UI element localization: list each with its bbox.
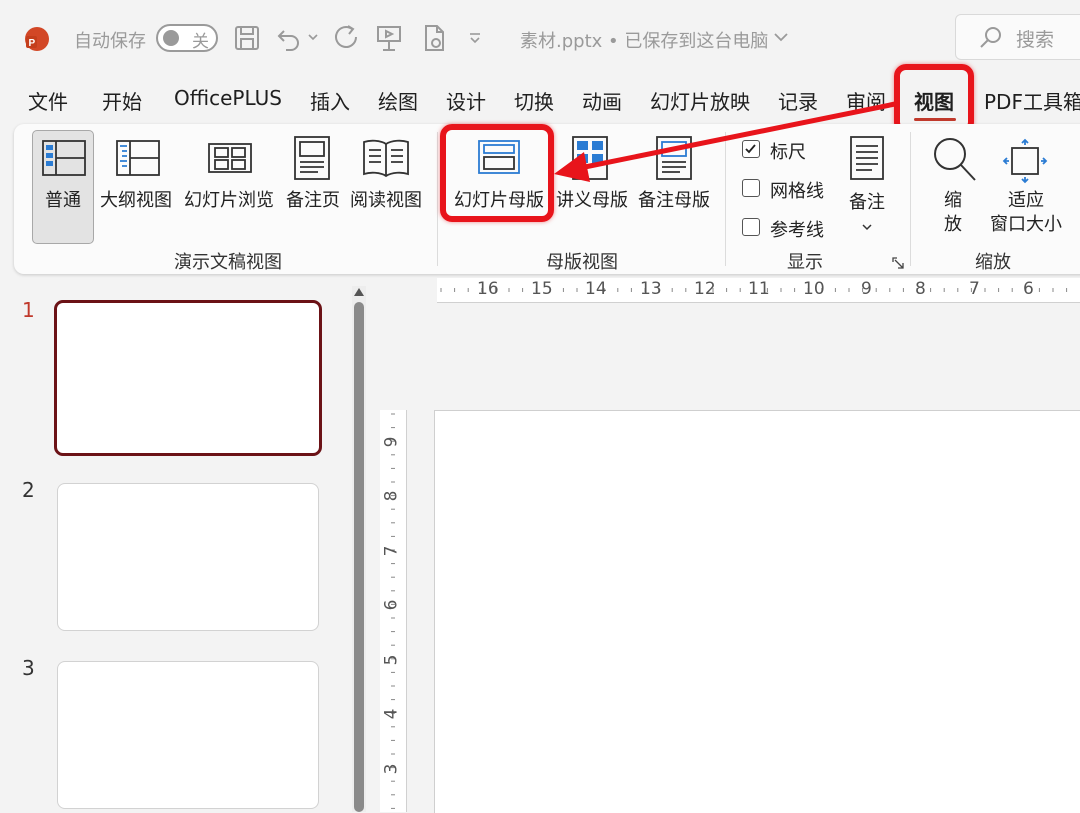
- normal-view-label: 普通: [45, 190, 81, 211]
- redo-icon[interactable]: [332, 24, 360, 52]
- horizontal-ruler: 16 15 14 13 12 11 10 9 8 7 6: [437, 278, 1080, 303]
- notes-dropdown-icon: [862, 216, 872, 235]
- notes-page-button[interactable]: 备注页: [284, 130, 342, 244]
- zoom-label-line2: 放: [944, 214, 962, 235]
- ruler-label: 7: [381, 545, 402, 557]
- tab-design[interactable]: 设计: [446, 86, 486, 115]
- slide-master-highlight: [440, 124, 554, 222]
- tab-pdf-toolbox[interactable]: PDF工具箱: [984, 86, 1080, 115]
- undo-icon[interactable]: [276, 25, 304, 51]
- ruler-label: 4: [381, 708, 402, 720]
- guides-checkbox-box: [742, 218, 760, 236]
- tab-draw[interactable]: 绘图: [378, 86, 418, 115]
- toggle-knob: [163, 30, 179, 46]
- scroll-up-arrow-icon[interactable]: [353, 282, 365, 301]
- notes-button[interactable]: 备注: [842, 132, 894, 232]
- slide-sorter-label: 幻灯片浏览: [184, 190, 274, 211]
- slide-thumbnail-2[interactable]: [57, 483, 319, 631]
- autosave-label: 自动保存: [74, 31, 146, 52]
- ruler-label: 16: [477, 279, 499, 299]
- tab-home[interactable]: 开始: [102, 86, 142, 115]
- ruler-label: 14: [585, 279, 607, 299]
- master-views-group-label: 母版视图: [546, 252, 618, 273]
- fit-to-window-icon: [1002, 138, 1048, 188]
- outline-view-label: 大纲视图: [100, 190, 172, 211]
- ruler-label: 9: [861, 279, 872, 299]
- gridlines-checkbox-label: 网格线: [770, 181, 824, 202]
- save-icon[interactable]: [234, 25, 260, 51]
- slide-number: 2: [22, 478, 35, 502]
- undo-dropdown-icon[interactable]: [308, 33, 318, 41]
- slide-thumbnail-pane: 1 2 3: [0, 276, 370, 812]
- slide-number: 3: [22, 656, 35, 680]
- autosave-toggle-state: 关: [192, 32, 209, 52]
- show-dialog-launcher-icon[interactable]: [892, 254, 904, 273]
- ribbon-separator: [437, 132, 438, 266]
- ruler-label: 8: [381, 490, 402, 502]
- ruler-label: 15: [531, 279, 553, 299]
- notes-icon: [850, 136, 884, 184]
- zoom-label-line1: 缩: [944, 190, 962, 211]
- vertical-ruler: 9 8 7 6 5 4 3: [380, 410, 407, 812]
- document-title[interactable]: 素材.pptx • 已保存到这台电脑: [520, 27, 768, 53]
- presentation-views-group-label: 演示文稿视图: [174, 252, 282, 273]
- title-dropdown-icon[interactable]: [774, 32, 788, 42]
- fit-to-window-button[interactable]: 适应 窗口大小: [988, 132, 1068, 236]
- outline-view-button[interactable]: 大纲视图: [100, 130, 176, 244]
- svg-text:P: P: [29, 38, 36, 49]
- reading-view-button[interactable]: 阅读视图: [350, 130, 426, 244]
- search-box[interactable]: 搜索: [955, 14, 1080, 60]
- reading-view-icon: [362, 138, 410, 182]
- slide-thumbnail-3[interactable]: [57, 661, 319, 809]
- notes-label: 备注: [849, 192, 885, 213]
- fit-to-window-label-line2: 窗口大小: [990, 214, 1062, 235]
- ribbon-separator: [910, 132, 911, 266]
- vertical-ruler-ticks: [391, 413, 395, 809]
- search-icon: [978, 25, 1004, 55]
- notes-page-icon: [294, 136, 330, 184]
- ruler-label: 10: [803, 279, 825, 299]
- ruler-label: 7: [969, 279, 980, 299]
- ruler-checkbox-label: 标尺: [770, 142, 806, 163]
- notes-page-label: 备注页: [286, 190, 340, 211]
- zoom-group-label: 缩放: [975, 252, 1011, 273]
- slide-sorter-icon: [208, 140, 252, 180]
- ruler-label: 5: [381, 654, 402, 666]
- tab-officeplus[interactable]: OfficePLUS: [174, 86, 282, 110]
- ruler-label: 6: [1023, 279, 1034, 299]
- normal-view-button[interactable]: 普通: [32, 130, 94, 244]
- fit-to-window-label-line1: 适应: [1008, 190, 1044, 211]
- guides-checkbox-label: 参考线: [770, 220, 824, 241]
- ruler-label: 11: [748, 279, 770, 299]
- ruler-label: 13: [640, 279, 662, 299]
- search-placeholder: 搜索: [1016, 29, 1055, 51]
- slide-sorter-button[interactable]: 幻灯片浏览: [184, 130, 276, 244]
- tab-insert[interactable]: 插入: [310, 86, 350, 115]
- present-from-start-icon[interactable]: [376, 24, 402, 52]
- ruler-label: 9: [381, 436, 402, 448]
- slide-canvas[interactable]: [434, 410, 1080, 813]
- slide-thumbnail-1[interactable]: [54, 300, 322, 456]
- zoom-button[interactable]: 缩 放: [926, 132, 982, 236]
- magnifier-icon: [930, 134, 978, 188]
- outline-view-icon: [116, 140, 160, 180]
- gridlines-checkbox-box: [742, 179, 760, 197]
- ruler-label: 6: [381, 599, 402, 611]
- autosave-toggle[interactable]: 关: [156, 24, 218, 52]
- ruler-label: 3: [381, 763, 402, 775]
- scrollbar-thumb[interactable]: [354, 302, 364, 812]
- powerpoint-logo-icon: P: [24, 26, 50, 52]
- ruler-label: 12: [694, 279, 716, 299]
- customize-toolbar-icon[interactable]: [468, 32, 482, 44]
- reading-view-label: 阅读视图: [350, 190, 422, 211]
- show-group-label: 显示: [787, 252, 823, 273]
- normal-view-icon: [42, 140, 86, 180]
- slide-number: 1: [22, 298, 35, 322]
- tab-file[interactable]: 文件: [28, 86, 68, 115]
- print-preview-icon[interactable]: [422, 24, 448, 52]
- ruler-checkbox-box: [742, 140, 760, 158]
- ruler-label: 8: [915, 279, 926, 299]
